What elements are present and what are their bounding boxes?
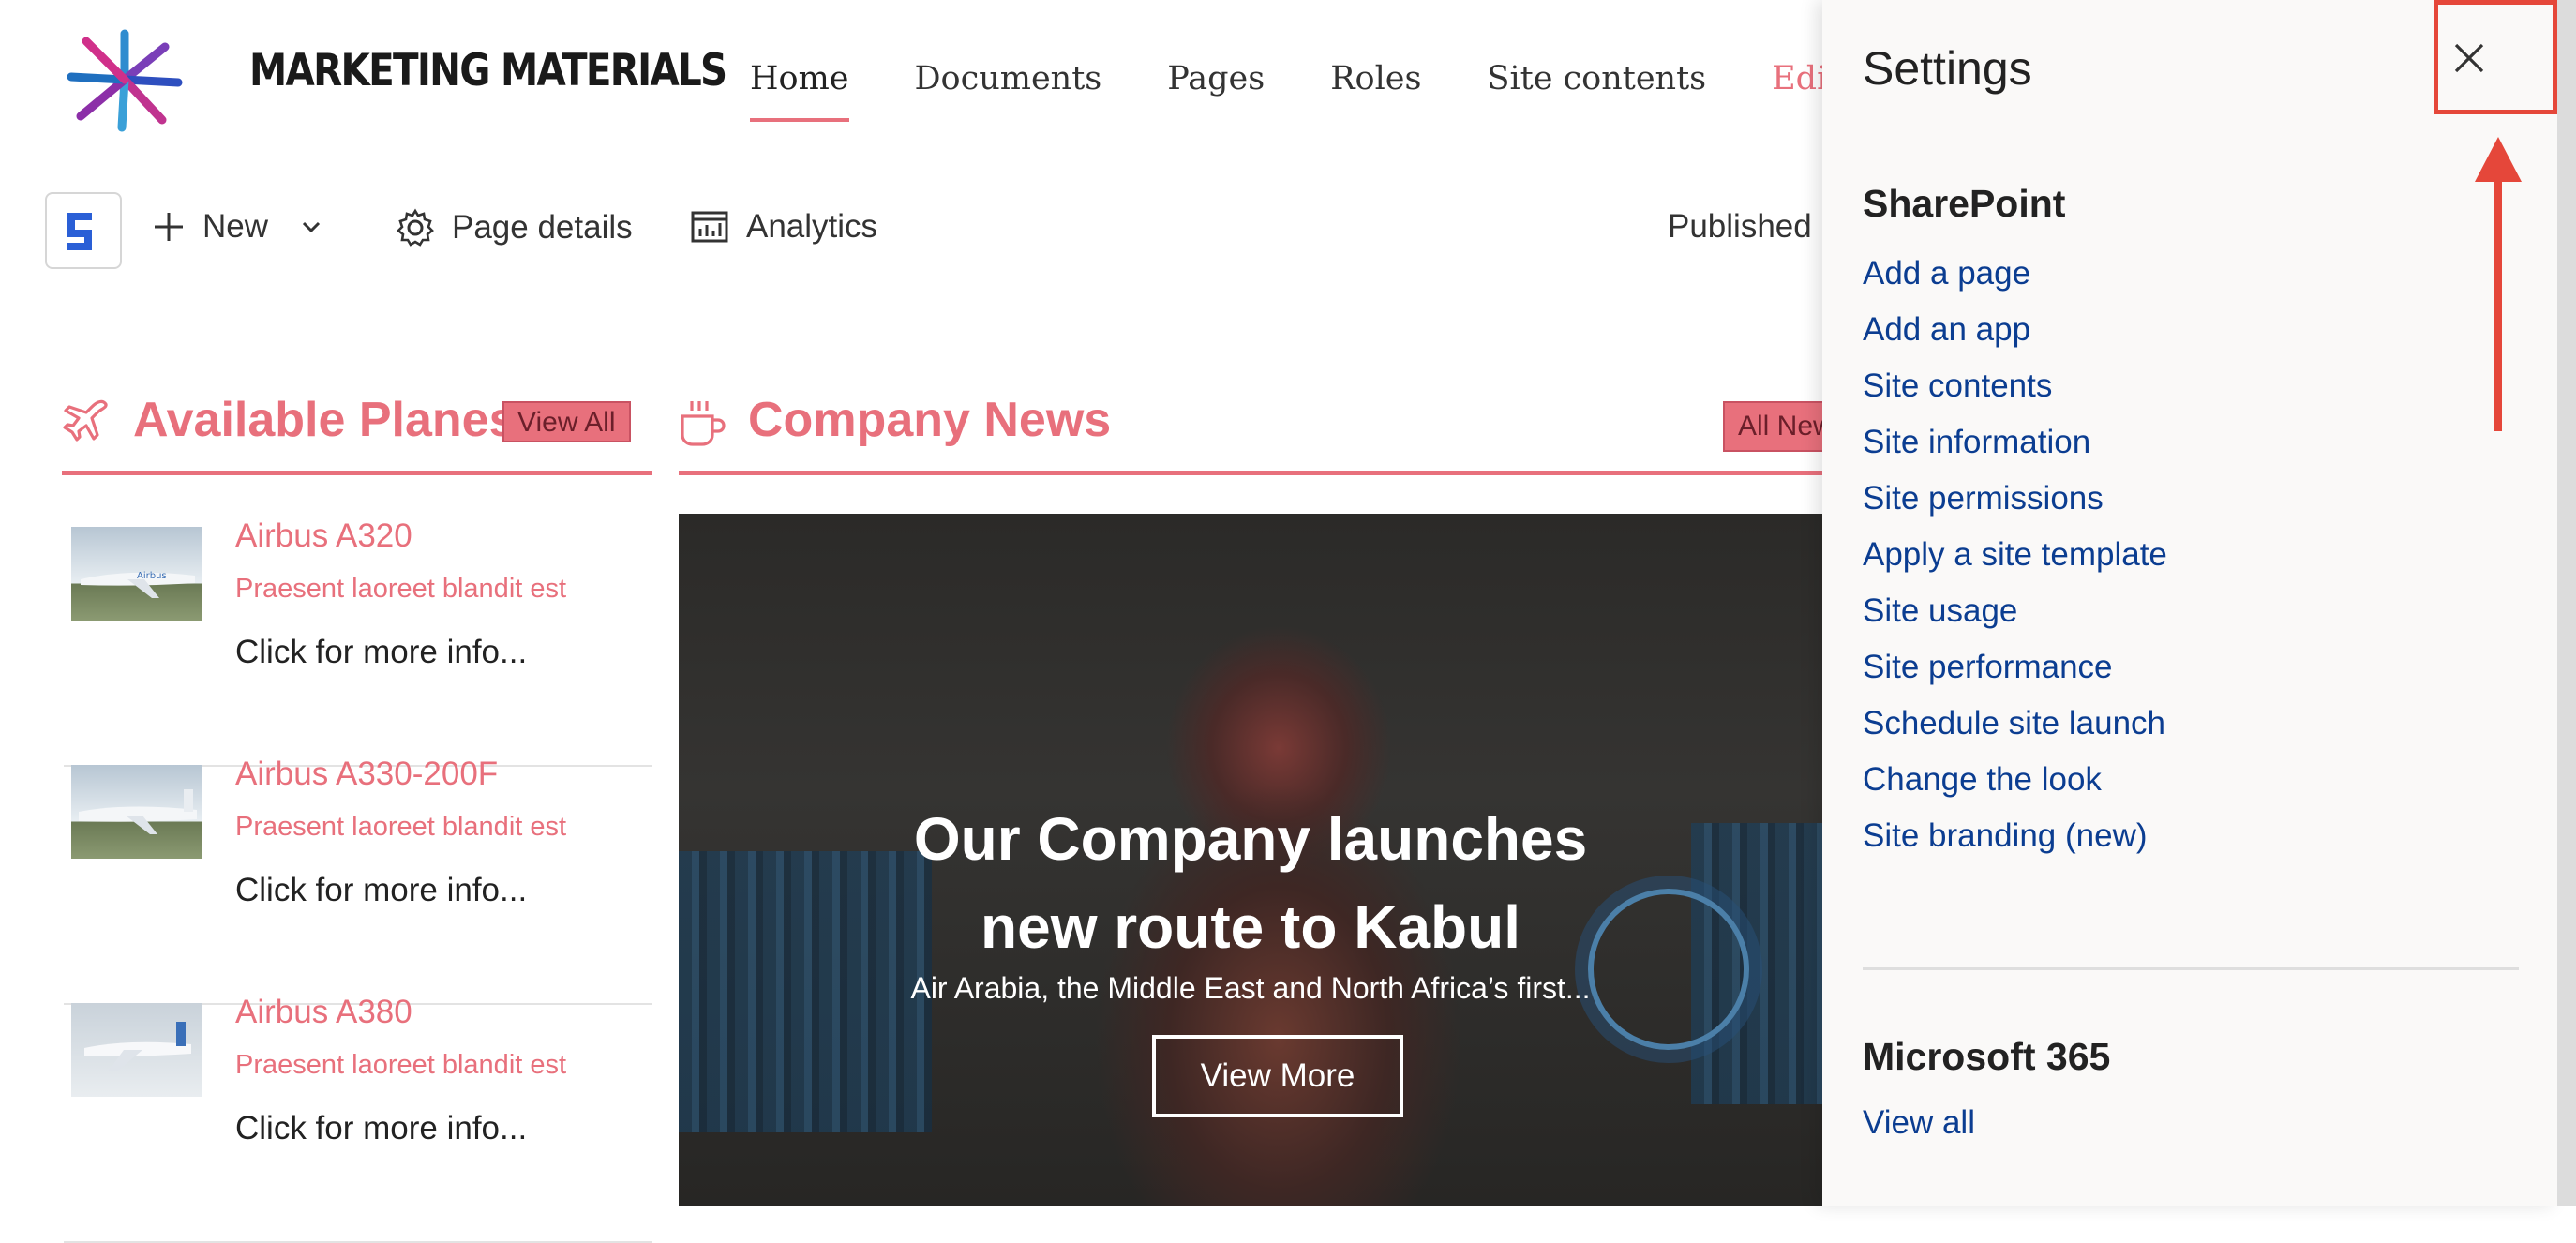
planes-section-rule	[62, 471, 652, 475]
microsoft-365-heading: Microsoft 365	[1863, 1035, 2111, 1078]
nav-documents[interactable]: Documents	[915, 60, 1102, 97]
view-more-button[interactable]: View More	[1152, 1035, 1403, 1117]
page-details-button[interactable]: Page details	[396, 208, 633, 247]
planes-section-title: Available Planes	[133, 393, 517, 447]
analytics-icon	[691, 211, 728, 243]
airbus-a330-image	[71, 765, 202, 859]
nav-site-contents[interactable]: Site contents	[1487, 60, 1706, 97]
plane-name[interactable]: Airbus A330-200F	[235, 756, 498, 793]
svg-text:Airbus: Airbus	[137, 571, 167, 581]
view-all-planes-button[interactable]: View All	[502, 401, 631, 442]
news-section-rule	[679, 471, 1822, 475]
airbus-a380-image	[71, 1003, 202, 1097]
plane-description: Praesent laoreet blandit est	[235, 812, 567, 842]
change-the-look-link[interactable]: Change the look	[1863, 759, 2167, 816]
site-permissions-link[interactable]: Site permissions	[1863, 478, 2167, 534]
new-button[interactable]: New	[152, 208, 324, 246]
hero-title-line1: Our Company launches	[913, 805, 1588, 873]
site-title[interactable]: MARKETING MATERIALS	[249, 45, 727, 97]
airbus-a320-image: Airbus	[71, 527, 202, 621]
nav-pages[interactable]: Pages	[1167, 60, 1265, 97]
hero-title-line2: new route to Kabul	[981, 893, 1520, 961]
site-usage-link[interactable]: Site usage	[1863, 591, 2167, 647]
apply-site-template-link[interactable]: Apply a site template	[1863, 534, 2167, 591]
site-logo[interactable]	[64, 26, 186, 133]
plus-icon	[155, 213, 183, 241]
plane-name[interactable]: Airbus A320	[235, 517, 412, 555]
view-all-link[interactable]: View all	[1863, 1104, 1975, 1142]
plane-more-info-link[interactable]: Click for more info...	[235, 872, 527, 909]
analytics-button[interactable]: Analytics	[690, 208, 877, 246]
nav-roles[interactable]: Roles	[1330, 60, 1421, 97]
list-item[interactable]: Airbus Airbus A320 Praesent laoreet blan…	[64, 517, 652, 767]
site-branding-link[interactable]: Site branding (new)	[1863, 816, 2167, 872]
new-label: New	[202, 208, 269, 245]
site-information-link[interactable]: Site information	[1863, 422, 2167, 478]
close-icon	[2454, 43, 2484, 73]
page-details-label: Page details	[452, 209, 633, 246]
analytics-label: Analytics	[746, 208, 878, 245]
sharepoint-heading: SharePoint	[1863, 182, 2066, 225]
sharepoint-links: Add a page Add an app Site contents Site…	[1863, 253, 2167, 872]
chevron-down-icon	[302, 221, 321, 233]
close-button[interactable]	[2437, 26, 2501, 90]
app-launcher-icon[interactable]	[45, 192, 122, 269]
coffee-cup-icon	[677, 397, 729, 455]
settings-title: Settings	[1863, 42, 2032, 95]
site-contents-link[interactable]: Site contents	[1863, 366, 2167, 422]
news-hero-banner[interactable]: Our Company launches new route to Kabul …	[679, 514, 1822, 1206]
list-item[interactable]: Airbus A330-200F Praesent laoreet blandi…	[64, 756, 652, 1005]
site-performance-link[interactable]: Site performance	[1863, 647, 2167, 703]
annotation-arrow-line	[2494, 167, 2502, 431]
plane-name[interactable]: Airbus A380	[235, 994, 412, 1031]
published-status: Published 2	[1668, 208, 1839, 245]
news-section-title: Company News	[748, 393, 1112, 447]
top-navigation: Home Documents Pages Roles Site contents…	[750, 60, 1840, 122]
settings-divider	[1863, 967, 2519, 970]
hero-subtitle: Air Arabia, the Middle East and North Af…	[910, 971, 1591, 1005]
add-page-link[interactable]: Add a page	[1863, 253, 2167, 309]
plane-description: Praesent laoreet blandit est	[235, 574, 567, 604]
scrollbar[interactable]	[2557, 0, 2576, 1206]
plane-more-info-link[interactable]: Click for more info...	[235, 1110, 527, 1147]
plane-more-info-link[interactable]: Click for more info...	[235, 634, 527, 671]
hero-title[interactable]: Our Company launches new route to Kabul	[679, 795, 1822, 971]
add-app-link[interactable]: Add an app	[1863, 309, 2167, 366]
list-item[interactable]: Airbus A380 Praesent laoreet blandit est…	[64, 994, 652, 1243]
plane-description: Praesent laoreet blandit est	[235, 1050, 567, 1080]
airplane-icon	[62, 397, 111, 451]
schedule-site-launch-link[interactable]: Schedule site launch	[1863, 703, 2167, 759]
all-news-button[interactable]: All New	[1723, 401, 1826, 452]
nav-home[interactable]: Home	[750, 60, 849, 122]
gear-icon	[397, 208, 434, 247]
